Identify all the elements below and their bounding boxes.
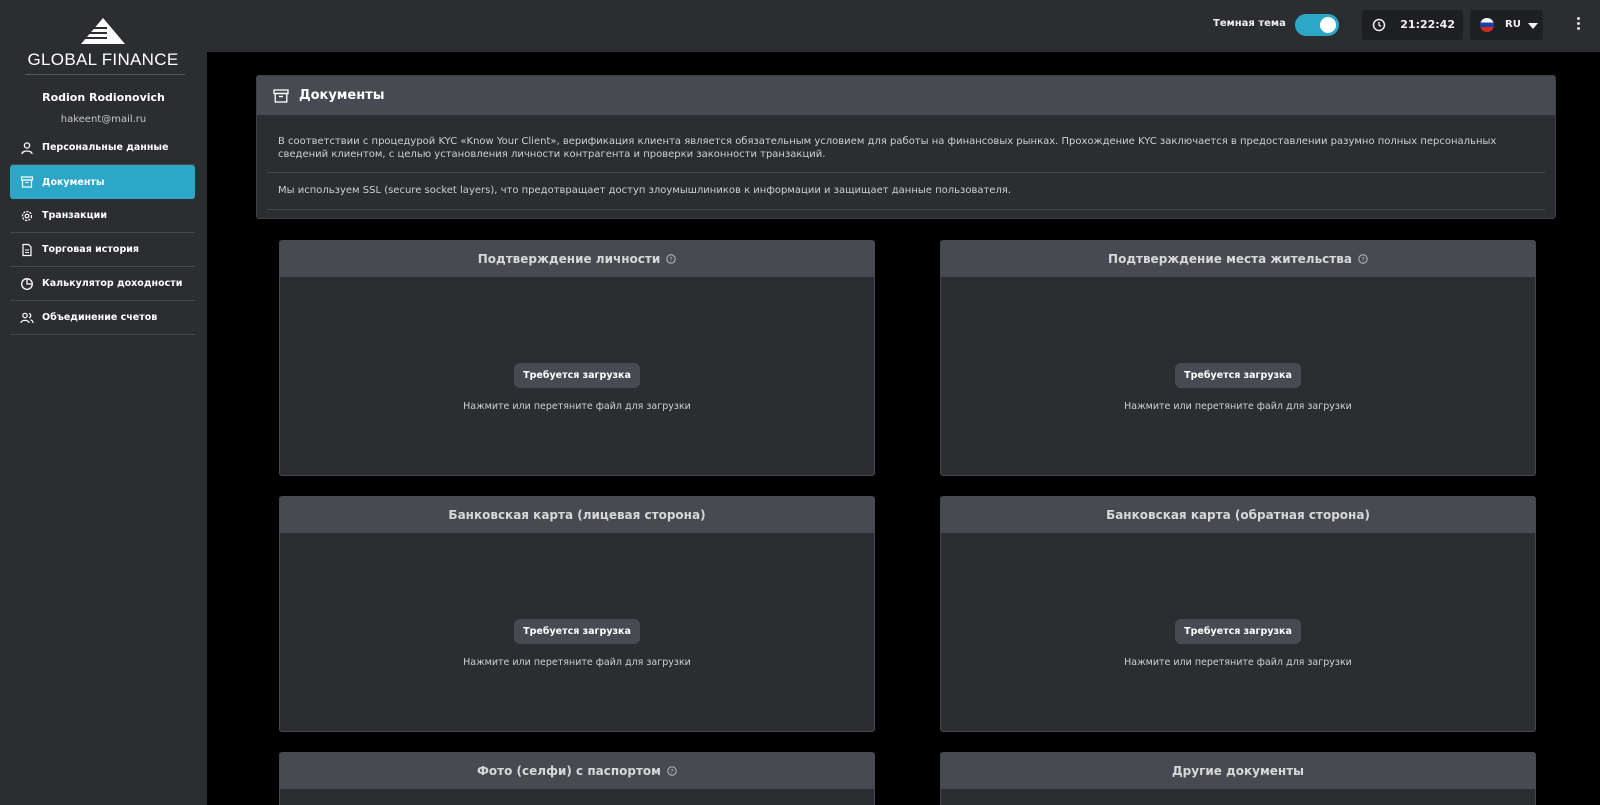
- dark-theme-toggle[interactable]: [1295, 14, 1339, 36]
- upload-hint: Нажмите или перетяните файл для загрузки: [1124, 657, 1352, 668]
- help-icon[interactable]: ?: [666, 254, 676, 264]
- upload-required-button[interactable]: Требуется загрузка: [514, 619, 640, 644]
- card-header: Фото (селфи) с паспортом ?: [280, 753, 874, 789]
- card-header: Другие документы: [941, 753, 1535, 789]
- document-icon: [22, 243, 32, 256]
- toggle-knob: [1320, 17, 1336, 33]
- kyc-description: В соответствии с процедурой KYC «Know Yo…: [267, 115, 1545, 173]
- residence-upload-card[interactable]: Подтверждение места жительства ? Требует…: [940, 240, 1536, 476]
- identity-upload-card[interactable]: Подтверждение личности ? Требуется загру…: [279, 240, 875, 476]
- sidebar: GLOBAL FINANCE Rodion Rodionovich hakeen…: [0, 0, 207, 805]
- more-menu-icon[interactable]: [1571, 15, 1585, 35]
- card-header: Подтверждение личности ?: [280, 241, 874, 277]
- sidebar-item-trade-history[interactable]: Торговая история: [10, 233, 195, 267]
- card-header: Банковская карта (лицевая сторона): [280, 497, 874, 533]
- ssl-description: Мы используем SSL (secure socket layers)…: [267, 173, 1545, 210]
- logo-divider: [25, 74, 185, 75]
- upload-hint: Нажмите или перетяните файл для загрузки: [1124, 401, 1352, 412]
- clock-widget: 21:22:42: [1362, 10, 1463, 40]
- top-bar: Темная тема 21:22:42 RU: [0, 0, 1600, 52]
- card-title: Банковская карта (лицевая сторона): [448, 508, 706, 522]
- other-documents-card[interactable]: Другие документы: [940, 752, 1536, 805]
- card-title: Подтверждение места жительства: [1108, 252, 1352, 266]
- selfie-upload-card[interactable]: Фото (селфи) с паспортом ?: [279, 752, 875, 805]
- sidebar-item-label: Документы: [42, 176, 105, 188]
- user-icon: [21, 141, 33, 154]
- archive-icon: [20, 176, 34, 188]
- clock-icon: [1372, 18, 1386, 32]
- svg-text:?: ?: [670, 768, 673, 776]
- logo-mark-icon: [77, 18, 125, 44]
- sidebar-item-label: Торговая история: [42, 244, 140, 255]
- gear-icon: [21, 210, 33, 221]
- sidebar-item-transactions[interactable]: Транзакции: [10, 199, 195, 233]
- upload-required-button[interactable]: Требуется загрузка: [514, 363, 640, 388]
- sidebar-nav: Персональные данные Документы Транзакции: [10, 131, 195, 335]
- language-select[interactable]: RU: [1470, 10, 1543, 40]
- sidebar-item-documents[interactable]: Документы: [10, 165, 195, 199]
- info-card-header: Документы: [257, 76, 1555, 115]
- sidebar-item-label: Калькулятор доходности: [42, 278, 183, 289]
- svg-text:?: ?: [1361, 256, 1364, 264]
- clock-time: 21:22:42: [1400, 18, 1455, 31]
- card-title: Другие документы: [1171, 764, 1305, 778]
- archive-icon: [273, 88, 289, 103]
- page-title: Документы: [299, 88, 385, 103]
- users-icon: [20, 312, 34, 323]
- upload-required-button[interactable]: Требуется загрузка: [1175, 363, 1301, 388]
- upload-required-button[interactable]: Требуется загрузка: [1175, 619, 1301, 644]
- card-back-upload-card[interactable]: Банковская карта (обратная сторона) Треб…: [940, 496, 1536, 732]
- help-icon[interactable]: ?: [667, 766, 677, 776]
- upload-hint: Нажмите или перетяните файл для загрузки: [463, 657, 691, 668]
- sidebar-item-label: Персональные данные: [42, 142, 169, 153]
- russia-flag-icon: [1480, 18, 1494, 32]
- help-icon[interactable]: ?: [1358, 254, 1368, 264]
- sidebar-item-personal-data[interactable]: Персональные данные: [10, 131, 195, 165]
- theme-label: Темная тема: [1213, 18, 1286, 29]
- upload-hint: Нажмите или перетяните файл для загрузки: [463, 401, 691, 412]
- sidebar-item-profit-calculator[interactable]: Калькулятор доходности: [10, 267, 195, 301]
- card-title: Банковская карта (обратная сторона): [1106, 508, 1370, 522]
- card-title: Фото (селфи) с паспортом: [477, 764, 661, 778]
- brand-name: GLOBAL FINANCE: [27, 50, 179, 69]
- user-email: hakeent@mail.ru: [60, 114, 147, 125]
- user-name: Rodion Rodionovich: [42, 91, 165, 104]
- card-header: Банковская карта (обратная сторона): [941, 497, 1535, 533]
- card-title: Подтверждение личности: [477, 252, 661, 266]
- svg-text:?: ?: [670, 256, 673, 264]
- language-code: RU: [1505, 19, 1521, 30]
- sidebar-item-label: Объединение счетов: [42, 312, 158, 323]
- pie-chart-icon: [21, 277, 33, 290]
- logo[interactable]: GLOBAL FINANCE: [25, 18, 181, 74]
- sidebar-item-account-merge[interactable]: Объединение счетов: [10, 301, 195, 335]
- sidebar-item-label: Транзакции: [42, 210, 107, 221]
- chevron-down-icon: [1528, 23, 1538, 29]
- card-front-upload-card[interactable]: Банковская карта (лицевая сторона) Требу…: [279, 496, 875, 732]
- documents-info-card: Документы В соответствии с процедурой KY…: [256, 75, 1556, 219]
- card-header: Подтверждение места жительства ?: [941, 241, 1535, 277]
